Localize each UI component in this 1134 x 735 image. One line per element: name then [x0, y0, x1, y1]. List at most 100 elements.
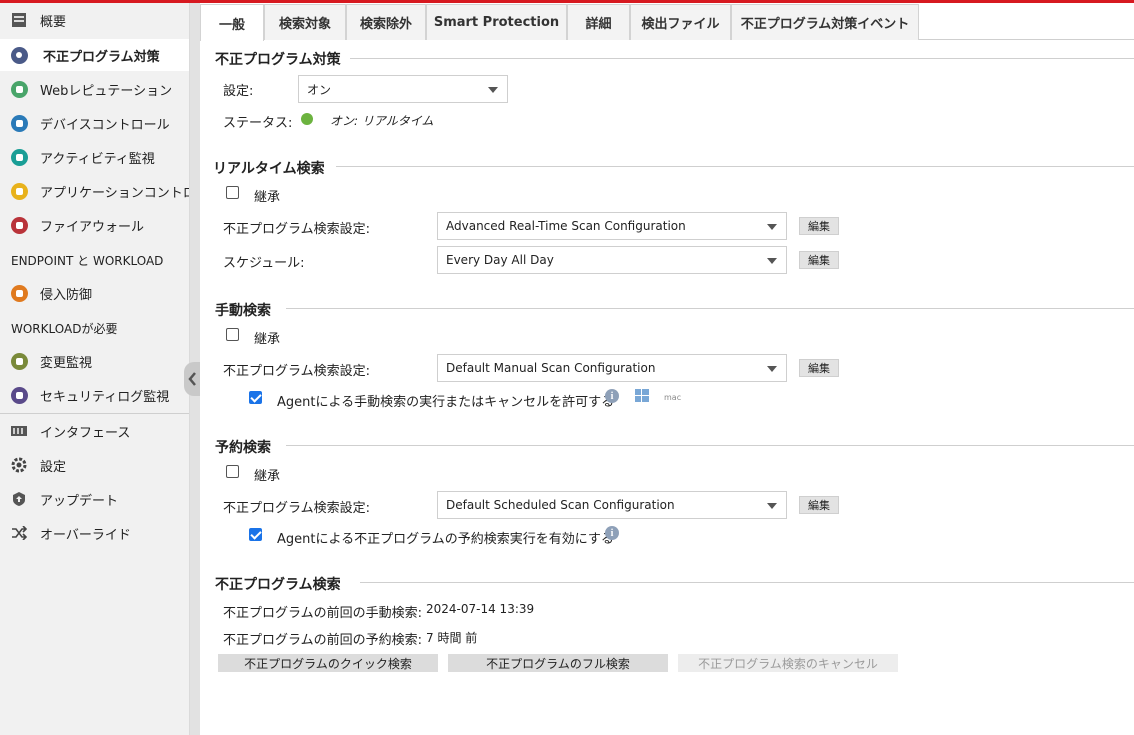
device-control-icon	[10, 114, 28, 132]
tab-smart-protection[interactable]: Smart Protection	[426, 4, 567, 40]
tab-detected-files[interactable]: 検出ファイル	[630, 4, 731, 40]
sidebar-item-overrides[interactable]: オーバーライド	[0, 517, 189, 549]
application-control-icon	[10, 182, 28, 200]
shuffle-icon	[10, 524, 28, 542]
chevron-down-icon	[767, 503, 777, 509]
setting-dropdown[interactable]: オン	[298, 75, 508, 103]
sidebar-item-overview[interactable]: 概要	[0, 4, 189, 36]
manual-allow-label: Agentによる手動検索の実行またはキャンセルを許可する	[277, 395, 615, 410]
sidebar-divider	[0, 413, 189, 414]
chevron-down-icon	[767, 224, 777, 230]
manual-config-dropdown[interactable]: Default Manual Scan Configuration	[437, 354, 787, 382]
realtime-config-label: 不正プログラム検索設定:	[223, 222, 370, 237]
scheduled-config-value: Default Scheduled Scan Configuration	[446, 498, 675, 512]
realtime-inherit-label: 継承	[254, 190, 281, 205]
sidebar-item-label: アクティビティ監視	[40, 151, 155, 167]
sidebar-item-interfaces[interactable]: インタフェース	[0, 415, 189, 447]
last-scheduled-scan-label: 不正プログラムの前回の予約検索:	[223, 633, 422, 648]
mac-icon: mac	[664, 393, 682, 402]
tab-advanced[interactable]: 詳細	[567, 4, 630, 40]
schedule-dropdown[interactable]: Every Day All Day	[437, 246, 787, 274]
schedule-label: スケジュール:	[223, 256, 305, 271]
status-value: オン: リアルタイム	[330, 114, 434, 128]
section-divider	[286, 445, 1134, 446]
schedule-edit-button[interactable]: 編集	[799, 251, 839, 269]
update-icon	[10, 490, 28, 508]
sidebar-item-settings[interactable]: 設定	[0, 449, 189, 481]
interfaces-icon	[10, 422, 28, 440]
manual-inherit-label: 継承	[254, 332, 281, 347]
status-indicator-icon	[301, 113, 313, 125]
info-icon[interactable]: i	[605, 389, 619, 403]
section-divider	[286, 308, 1134, 309]
section-divider	[360, 582, 1134, 583]
tab-antimalware-events[interactable]: 不正プログラム対策イベント	[731, 4, 919, 40]
last-manual-scan-value: 2024-07-14 13:39	[426, 602, 535, 616]
manual-inherit-checkbox[interactable]	[226, 328, 239, 341]
status-label: ステータス:	[223, 116, 293, 131]
sidebar-item-intrusion-prevention[interactable]: 侵入防御	[0, 277, 189, 309]
scheduled-config-dropdown[interactable]: Default Scheduled Scan Configuration	[437, 491, 787, 519]
sidebar-item-label: インタフェース	[40, 425, 131, 441]
realtime-inherit-checkbox[interactable]	[226, 186, 239, 199]
manual-config-value: Default Manual Scan Configuration	[446, 361, 656, 375]
sidebar-item-application-control[interactable]: アプリケーションコントロール	[0, 175, 189, 207]
sidebar-item-log-inspection[interactable]: セキュリティログ監視	[0, 379, 189, 411]
section-title-malware-scan: 不正プログラム検索	[215, 574, 349, 594]
firewall-icon	[10, 216, 28, 234]
sidebar-item-web-reputation[interactable]: Webレピュテーション	[0, 73, 189, 105]
sidebar-item-device-control[interactable]: デバイスコントロール	[0, 107, 189, 139]
scheduled-allow-checkbox[interactable]	[249, 528, 262, 541]
tab-scan-targets[interactable]: 検索対象	[264, 4, 346, 40]
sidebar-section-endpoint-workload: ENDPOINT と WORKLOAD	[11, 254, 164, 268]
sidebar-item-label: ファイアウォール	[40, 219, 145, 235]
last-manual-scan-label: 不正プログラムの前回の手動検索:	[223, 606, 422, 621]
gear-icon	[10, 456, 28, 474]
sidebar-item-label: アプリケーションコントロール	[40, 185, 189, 201]
tab-scan-exclusions[interactable]: 検索除外	[346, 4, 426, 40]
sidebar-item-label: 不正プログラム対策	[43, 49, 160, 65]
sidebar-item-firewall[interactable]: ファイアウォール	[0, 209, 189, 241]
sidebar-section-workload-required: WORKLOADが必要	[11, 322, 118, 336]
full-scan-button[interactable]: 不正プログラムのフル検索	[448, 654, 668, 672]
windows-icon	[635, 389, 649, 402]
chevron-left-icon	[188, 372, 196, 386]
last-scheduled-scan-value: 7 時間 前	[426, 631, 478, 645]
tab-bar: 一般 検索対象 検索除外 Smart Protection 詳細 検出ファイル …	[200, 4, 1134, 41]
intrusion-prevention-icon	[10, 284, 28, 302]
sidebar-item-label: セキュリティログ監視	[40, 389, 170, 405]
sidebar-item-integrity-monitoring[interactable]: 変更監視	[0, 345, 189, 377]
sidebar-item-label: 設定	[40, 459, 67, 475]
quick-scan-button[interactable]: 不正プログラムのクイック検索	[218, 654, 438, 672]
sidebar-item-label: 概要	[40, 14, 67, 30]
activity-monitoring-icon	[10, 148, 28, 166]
chevron-down-icon	[488, 87, 498, 93]
scheduled-config-edit-button[interactable]: 編集	[799, 496, 839, 514]
manual-allow-checkbox[interactable]	[249, 391, 262, 404]
sidebar-item-updates[interactable]: アップデート	[0, 483, 189, 515]
sidebar-item-label: Webレピュテーション	[40, 83, 173, 99]
chevron-down-icon	[767, 258, 777, 264]
manual-config-edit-button[interactable]: 編集	[799, 359, 839, 377]
scheduled-inherit-checkbox[interactable]	[226, 465, 239, 478]
scheduled-allow-label: Agentによる不正プログラムの予約検索実行を有効にする	[277, 532, 614, 547]
overview-icon	[10, 11, 28, 29]
sidebar-item-label: アップデート	[40, 493, 119, 509]
info-icon[interactable]: i	[605, 526, 619, 540]
schedule-value: Every Day All Day	[446, 253, 554, 267]
sidebar-collapse-button[interactable]	[184, 362, 200, 396]
sidebar: 概要 不正プログラム対策 Webレピュテーション デバイスコントロール アクティ…	[0, 3, 190, 735]
tab-general[interactable]: 一般	[200, 4, 264, 41]
section-divider	[350, 58, 1134, 59]
sidebar-item-antimalware[interactable]: 不正プログラム対策	[0, 39, 189, 71]
realtime-config-dropdown[interactable]: Advanced Real-Time Scan Configuration	[437, 212, 787, 240]
realtime-config-edit-button[interactable]: 編集	[799, 217, 839, 235]
scheduled-config-label: 不正プログラム検索設定:	[223, 501, 370, 516]
integrity-monitoring-icon	[10, 352, 28, 370]
sidebar-item-activity-monitoring[interactable]: アクティビティ監視	[0, 141, 189, 173]
log-inspection-icon	[10, 386, 28, 404]
cancel-scan-button[interactable]: 不正プログラム検索のキャンセル	[678, 654, 898, 672]
section-title-antimalware: 不正プログラム対策	[215, 49, 349, 69]
section-title-realtime-scan: リアルタイム検索	[213, 158, 333, 178]
sidebar-item-label: オーバーライド	[40, 527, 131, 543]
